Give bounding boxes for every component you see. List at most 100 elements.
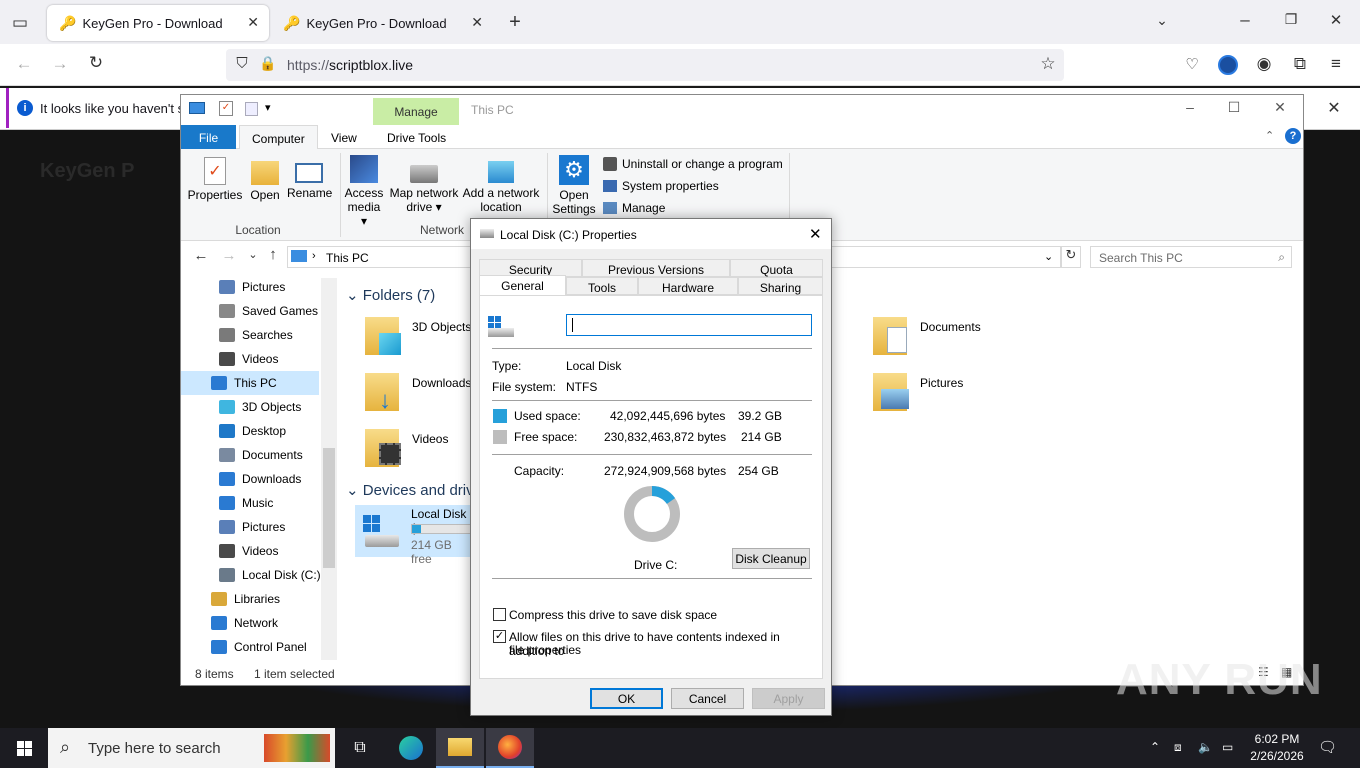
url-text[interactable]: https://scriptblox.live [287,57,413,73]
compress-label[interactable]: Compress this drive to save disk space [509,608,717,622]
chevron-down-icon[interactable]: ⌄ [1150,12,1174,29]
chevron-up-icon[interactable]: ⌃ [1150,740,1160,754]
back-icon[interactable]: ← [189,247,213,264]
volume-icon[interactable]: 🔈 [1198,740,1213,754]
tab-previous-versions[interactable]: Previous Versions [582,259,730,277]
network-icon[interactable]: ⧈ [1174,740,1182,755]
close-notification-icon[interactable]: ✕ [1322,98,1346,118]
new-folder-quick-icon[interactable] [245,102,258,116]
nav-item[interactable]: Music [181,491,337,515]
nav-item[interactable]: Network [181,611,337,635]
edge-button[interactable] [387,728,435,768]
tab-drive-tools[interactable]: Drive Tools [375,125,458,149]
nav-item[interactable]: Videos [181,347,337,371]
drive-c-tile[interactable]: Local Disk ( 214 GB free [355,505,473,566]
nav-item[interactable]: Videos [181,539,337,563]
close-window-icon[interactable]: ✕ [1324,11,1348,29]
search-input[interactable]: Search This PC ⌕ [1090,246,1292,268]
star-icon[interactable]: ☆ [1036,54,1060,74]
devices-section-header[interactable]: ⌄ Devices and driv [346,481,474,499]
tab-keygen-2[interactable]: 🔑 KeyGen Pro - Download ✕ [271,5,493,41]
new-tab-icon[interactable]: + [503,11,527,34]
firefox-button[interactable] [486,728,534,768]
nav-item[interactable]: Desktop [181,419,337,443]
taskbar-search[interactable]: ⌕ Type here to search [48,728,335,768]
tab-tools[interactable]: Tools [566,277,638,295]
menu-icon[interactable]: ≡ [1324,54,1348,74]
maximize-icon[interactable]: ☐ [1222,99,1246,116]
up-icon[interactable]: ↑ [261,246,285,263]
extensions-icon[interactable]: ⧉ [1288,54,1312,74]
breadcrumb-this-pc[interactable]: This PC [326,251,369,265]
access-media-button[interactable]: Access media ▾ [343,155,385,228]
nav-item[interactable]: Documents [181,443,337,467]
folder-downloads[interactable]: ↓ [365,371,405,415]
notifications-icon[interactable]: 🗨 [1318,738,1337,756]
minimize-icon[interactable]: – [1178,99,1202,115]
back-icon[interactable]: ← [12,54,36,74]
nav-item[interactable]: 3D Objects [181,395,337,419]
close-icon[interactable]: ✕ [809,225,822,243]
refresh-icon[interactable]: ↻ [1061,246,1081,268]
nav-item[interactable]: This PC [181,371,319,395]
index-label-2[interactable]: file properties [509,643,581,657]
compress-checkbox[interactable] [493,608,506,621]
pocket-icon[interactable]: ♡ [1180,55,1204,73]
profile-icon[interactable]: ◉ [1252,54,1276,74]
tab-sharing[interactable]: Sharing [738,277,823,295]
nav-item[interactable]: Downloads [181,467,337,491]
close-icon[interactable]: ✕ [471,14,483,31]
chevron-up-icon[interactable]: ⌃ [1265,129,1274,142]
shield-icon[interactable]: ⛉ [230,55,254,72]
nav-item[interactable]: Saved Games [181,299,337,323]
tab-file[interactable]: File [181,125,236,149]
address-dropdown-icon[interactable]: ⌄ [1044,250,1053,263]
forward-icon[interactable]: → [48,54,72,74]
tab-general[interactable]: General [479,275,566,295]
account-badge-icon[interactable] [1218,55,1238,75]
folder-documents[interactable] [873,315,913,359]
nav-scrollbar-thumb[interactable] [323,448,335,568]
drive-label-input[interactable] [566,314,812,336]
open-settings-button[interactable]: ⚙ Open Settings [551,155,597,216]
file-explorer-button[interactable] [436,728,484,768]
tab-list-icon[interactable]: ▭ [8,13,32,33]
tab-keygen-1[interactable]: 🔑 KeyGen Pro - Download ✕ [47,5,269,41]
system-properties-button[interactable]: System properties [603,179,719,193]
keyboard-icon[interactable]: ▭ [1222,740,1233,754]
ok-button[interactable]: OK [590,688,663,709]
folder-3d-objects[interactable] [365,315,405,359]
forward-icon[interactable]: → [217,247,241,264]
folders-section-header[interactable]: ⌄ Folders (7) [346,286,435,304]
map-network-drive-button[interactable]: Map network drive ▾ [388,155,460,214]
restore-icon[interactable]: ❐ [1279,11,1303,28]
properties-button[interactable]: ✓ Properties [187,157,243,202]
add-network-location-button[interactable]: Add a network location [462,155,540,214]
cancel-button[interactable]: Cancel [671,688,744,709]
close-window-icon[interactable]: ✕ [1268,99,1292,116]
folder-videos[interactable] [365,427,405,471]
nav-item[interactable]: Searches [181,323,337,347]
manage-context-header[interactable]: Manage [373,98,459,125]
nav-item[interactable]: Local Disk (C:) [181,563,337,587]
rename-button[interactable]: Rename [287,157,332,200]
clock[interactable]: 6:02 PM 2/26/2026 [1248,732,1306,763]
nav-item[interactable]: Control Panel [181,635,337,659]
tab-view[interactable]: View [319,125,369,149]
index-checkbox[interactable]: ✓ [493,630,506,643]
apply-button[interactable]: Apply [752,688,825,709]
lock-icon[interactable]: 🔒 [256,55,280,72]
open-button[interactable]: Open [247,157,283,202]
help-icon[interactable]: ? [1285,128,1301,144]
close-icon[interactable]: ✕ [247,14,259,31]
customize-quick-access-icon[interactable]: ▾ [265,101,271,114]
folder-pictures[interactable] [873,371,913,415]
tab-hardware[interactable]: Hardware [638,277,738,295]
tab-quota[interactable]: Quota [730,259,823,277]
tab-computer[interactable]: Computer [239,125,318,149]
nav-item[interactable]: Pictures [181,515,337,539]
disk-cleanup-button[interactable]: Disk Cleanup [732,548,810,569]
uninstall-program-button[interactable]: Uninstall or change a program [603,157,783,171]
nav-item[interactable]: Libraries [181,587,337,611]
manage-button[interactable]: Manage [603,201,665,215]
